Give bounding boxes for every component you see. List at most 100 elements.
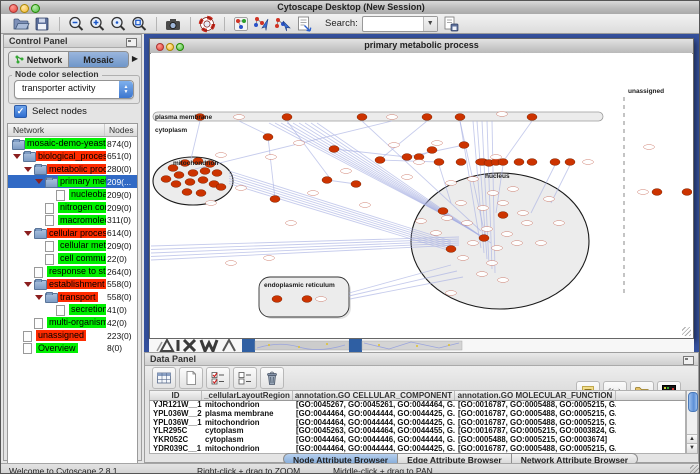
network-node[interactable] [212, 170, 222, 177]
tree-row-response-to-stimul[interactable]: response to stimul264(0) [8, 265, 137, 278]
table-row[interactable]: YJR121W__1mitochondrion[GO:0045267, GO:0… [150, 401, 685, 410]
node-color-select[interactable]: transporter activity ▲▼ [14, 80, 134, 99]
tree-row-metabolic-process[interactable]: metabolic process280(0) [8, 163, 137, 176]
network-node[interactable] [263, 134, 273, 141]
network-node[interactable] [216, 184, 226, 191]
tree-row-establishment-of-lo[interactable]: establishment of lo558(0) [8, 278, 137, 291]
close-window-icon[interactable] [9, 4, 18, 13]
tree-row-primary-metabo[interactable]: primary metabo209(... [8, 175, 137, 188]
zoom-fit-button[interactable] [129, 15, 148, 33]
app-titlebar[interactable]: Cytoscape Desktop (New Session) [1, 1, 700, 15]
table-col-header[interactable]: annotation.GO MOLECULAR_FUNCTION [455, 391, 616, 400]
network-node[interactable] [196, 190, 206, 197]
network-node[interactable] [438, 208, 448, 215]
table-col-header[interactable]: ID [150, 391, 202, 400]
network-node[interactable] [322, 177, 332, 184]
expander-icon[interactable] [24, 282, 32, 287]
tree-row-cellular-process[interactable]: cellular process614(0) [8, 227, 137, 240]
tree-col-nodes[interactable]: Nodes [109, 125, 134, 135]
network-node[interactable] [302, 296, 312, 303]
tree-col-network[interactable]: Network [13, 125, 44, 135]
network-node[interactable] [185, 179, 195, 186]
expander-icon[interactable] [13, 154, 21, 159]
table-col-header[interactable]: annotation.GO CELLULAR_COMPONENT [293, 391, 455, 400]
attribute-table-button[interactable] [152, 367, 176, 389]
network-node[interactable] [272, 296, 282, 303]
network-node[interactable] [682, 189, 692, 196]
network-node[interactable] [427, 147, 437, 154]
search-dropdown-arrow-icon[interactable]: ▼ [423, 17, 437, 31]
network-node[interactable] [514, 159, 524, 166]
network-node[interactable] [161, 176, 171, 183]
zoom-in-button[interactable] [87, 15, 106, 33]
open-file-button[interactable] [11, 15, 30, 33]
expander-icon[interactable] [35, 179, 43, 184]
scrollbar-thumb[interactable] [688, 392, 698, 412]
tree-row-cell-communicat[interactable]: cell communicat22(0) [8, 252, 137, 265]
float-panel-icon[interactable] [683, 356, 694, 365]
expander-icon[interactable] [35, 295, 43, 300]
resize-grip[interactable] [690, 465, 700, 474]
network-node[interactable] [422, 114, 432, 121]
network-node[interactable] [357, 114, 367, 121]
tab-network[interactable]: Network [9, 52, 69, 67]
network-node[interactable] [455, 114, 465, 121]
network-node[interactable] [375, 157, 385, 164]
window-resize-grip[interactable] [682, 327, 691, 336]
minimize-view-icon[interactable] [166, 43, 174, 51]
tree-row-overview[interactable]: Overview8(0) [8, 342, 137, 355]
table-header[interactable]: ID_cellularLayoutRegionannotation.GO CEL… [149, 390, 686, 401]
network-node[interactable] [446, 246, 456, 253]
tree-row-nitrogen-compo[interactable]: nitrogen compo209(0) [8, 201, 137, 214]
network-node[interactable] [434, 159, 444, 166]
zoom-actual-button[interactable] [108, 15, 127, 33]
network-node[interactable] [198, 177, 208, 184]
tab-mosaic[interactable]: Mosaic [69, 52, 128, 67]
table-row[interactable]: YPL036W__2plasma membrane[GO:0044464, GO… [150, 410, 685, 419]
help-button[interactable] [197, 15, 216, 33]
table-row[interactable]: YKR052Ccytoplasm[GO:0044464, GO:0044446,… [150, 436, 685, 445]
network-node[interactable] [652, 189, 662, 196]
select-nodes-checkbox[interactable]: ✓ [14, 105, 27, 118]
float-panel-icon[interactable] [126, 38, 137, 47]
network-window-titlebar[interactable]: primary metabolic process [150, 39, 693, 54]
search-options-button[interactable] [442, 15, 461, 33]
tree-row-cellular-metabol[interactable]: cellular metabol209(0) [8, 239, 137, 252]
vizmapper-button[interactable] [231, 15, 250, 33]
scroll-down-icon[interactable]: ▼ [687, 443, 697, 453]
network-node[interactable] [550, 159, 560, 166]
table-row[interactable]: YPL036W__1mitochondrion[GO:0044464, GO:0… [150, 419, 685, 428]
search-box[interactable]: ▼ [362, 16, 438, 32]
tree-row-transport[interactable]: transport558(0) [8, 291, 137, 304]
close-view-icon[interactable] [156, 43, 164, 51]
select-attributes-button[interactable] [206, 367, 230, 389]
search-input[interactable] [363, 17, 423, 31]
network-node[interactable] [282, 114, 292, 121]
table-row[interactable]: YLR295Ccytoplasm[GO:0045263, GO:0044464,… [150, 427, 685, 436]
zoom-out-button[interactable] [66, 15, 85, 33]
import-network-button[interactable] [252, 15, 271, 33]
minimize-window-icon[interactable] [20, 4, 29, 13]
tree-row-unassigned[interactable]: unassigned223(0) [8, 329, 137, 342]
network-node[interactable] [498, 159, 508, 166]
network-node[interactable] [174, 172, 184, 179]
tree-row-macromolecule[interactable]: macromolecule311(0) [8, 214, 137, 227]
zoom-view-icon[interactable] [176, 43, 184, 51]
network-node[interactable] [402, 154, 412, 161]
network-node[interactable] [565, 159, 575, 166]
tree-row-biological-process[interactable]: biological_process651(0) [8, 150, 137, 163]
zoom-window-icon[interactable] [31, 4, 40, 13]
network-node[interactable] [351, 181, 361, 188]
network-canvas[interactable]: plasma membrane cytoplasm mitochondrion … [151, 53, 692, 337]
network-node[interactable] [459, 142, 469, 149]
table-scrollbar[interactable]: ▲ ▼ [686, 390, 698, 454]
network-node[interactable] [479, 235, 489, 242]
tree-row-secretion[interactable]: secretion41(0) [8, 303, 137, 316]
table-col-header[interactable]: _cellularLayoutRegion [202, 391, 293, 400]
network-view-window[interactable]: primary metabolic process plasma [149, 38, 694, 339]
network-node[interactable] [200, 168, 210, 175]
network-node[interactable] [456, 159, 466, 166]
save-session-button[interactable] [32, 15, 51, 33]
network-node[interactable] [188, 170, 198, 177]
network-node[interactable] [498, 212, 508, 219]
